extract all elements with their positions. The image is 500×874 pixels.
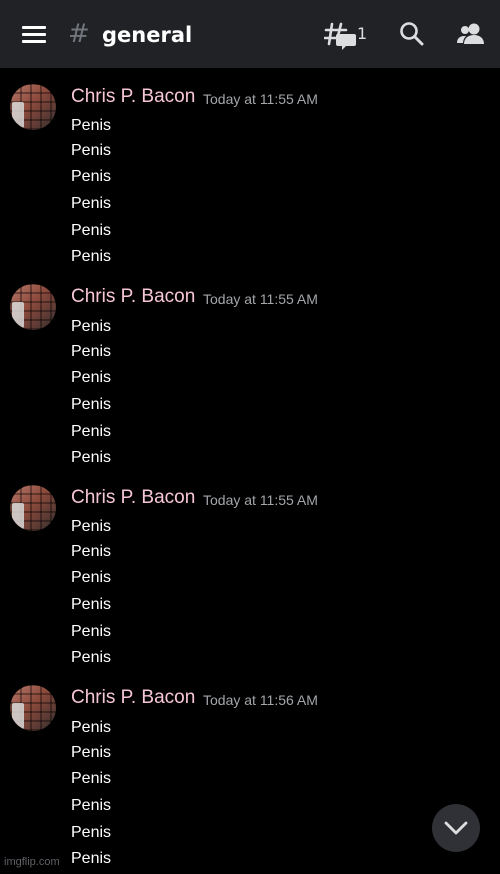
message-line: Penis bbox=[71, 117, 112, 134]
message-group: Chris P. Bacon Today at 11:56 AM Penis P… bbox=[0, 669, 500, 869]
message-line: Penis bbox=[71, 850, 112, 867]
message-line: Penis bbox=[71, 569, 112, 586]
message-line: Penis bbox=[71, 518, 112, 535]
message-line: Penis bbox=[71, 596, 112, 613]
author-name[interactable]: Chris P. Bacon bbox=[71, 285, 195, 309]
hamburger-icon[interactable] bbox=[22, 26, 46, 44]
avatar[interactable] bbox=[10, 685, 56, 731]
members-icon bbox=[457, 23, 484, 44]
members-button[interactable] bbox=[456, 20, 486, 48]
message-line: Penis bbox=[71, 343, 112, 360]
search-button[interactable] bbox=[398, 20, 426, 48]
message-timestamp: Today at 11:55 AM bbox=[203, 291, 318, 307]
message-line: Penis bbox=[71, 423, 112, 440]
author-name[interactable]: Chris P. Bacon bbox=[71, 686, 195, 710]
message-line: Penis bbox=[71, 318, 112, 335]
channel-title: general bbox=[102, 23, 193, 47]
message-line: Penis bbox=[71, 824, 112, 841]
message-line: Penis bbox=[71, 543, 112, 560]
message-line: Penis bbox=[71, 649, 112, 666]
message-line: Penis bbox=[71, 797, 112, 814]
message-line: Penis bbox=[71, 623, 112, 640]
avatar[interactable] bbox=[10, 485, 56, 531]
scroll-to-bottom-button[interactable] bbox=[432, 804, 480, 852]
message-timestamp: Today at 11:55 AM bbox=[203, 91, 318, 107]
message-line: Penis bbox=[71, 369, 112, 386]
author-name[interactable]: Chris P. Bacon bbox=[71, 85, 195, 109]
message-line: Penis bbox=[71, 744, 112, 761]
threads-button[interactable]: 1 bbox=[324, 20, 368, 50]
message-line: Penis bbox=[71, 770, 112, 787]
message-line: Penis bbox=[71, 719, 112, 736]
channel-header: # general 1 bbox=[0, 0, 500, 68]
avatar[interactable] bbox=[10, 84, 56, 130]
message-line: Penis bbox=[71, 449, 112, 466]
message-line: Penis bbox=[71, 248, 112, 265]
message-line: Penis bbox=[71, 142, 112, 159]
watermark: imgflip.com bbox=[4, 856, 60, 868]
threads-icon bbox=[324, 22, 356, 50]
message-list[interactable]: Chris P. Bacon Today at 11:55 AM Penis P… bbox=[0, 68, 500, 874]
search-icon bbox=[400, 22, 424, 46]
message-group: Chris P. Bacon Today at 11:55 AM Penis P… bbox=[0, 469, 500, 669]
message-group: Chris P. Bacon Today at 11:55 AM Penis P… bbox=[0, 268, 500, 468]
channel-hash-icon: # bbox=[68, 19, 90, 49]
message-line: Penis bbox=[71, 195, 112, 212]
message-timestamp: Today at 11:55 AM bbox=[203, 492, 318, 508]
threads-count: 1 bbox=[357, 24, 368, 43]
author-name[interactable]: Chris P. Bacon bbox=[71, 486, 195, 510]
message-line: Penis bbox=[71, 168, 112, 185]
chevron-down-icon bbox=[444, 821, 468, 835]
message-line: Penis bbox=[71, 396, 112, 413]
message-group: Chris P. Bacon Today at 11:55 AM Penis P… bbox=[0, 68, 500, 268]
avatar[interactable] bbox=[10, 284, 56, 330]
message-line: Penis bbox=[71, 222, 112, 239]
message-timestamp: Today at 11:56 AM bbox=[203, 692, 318, 708]
